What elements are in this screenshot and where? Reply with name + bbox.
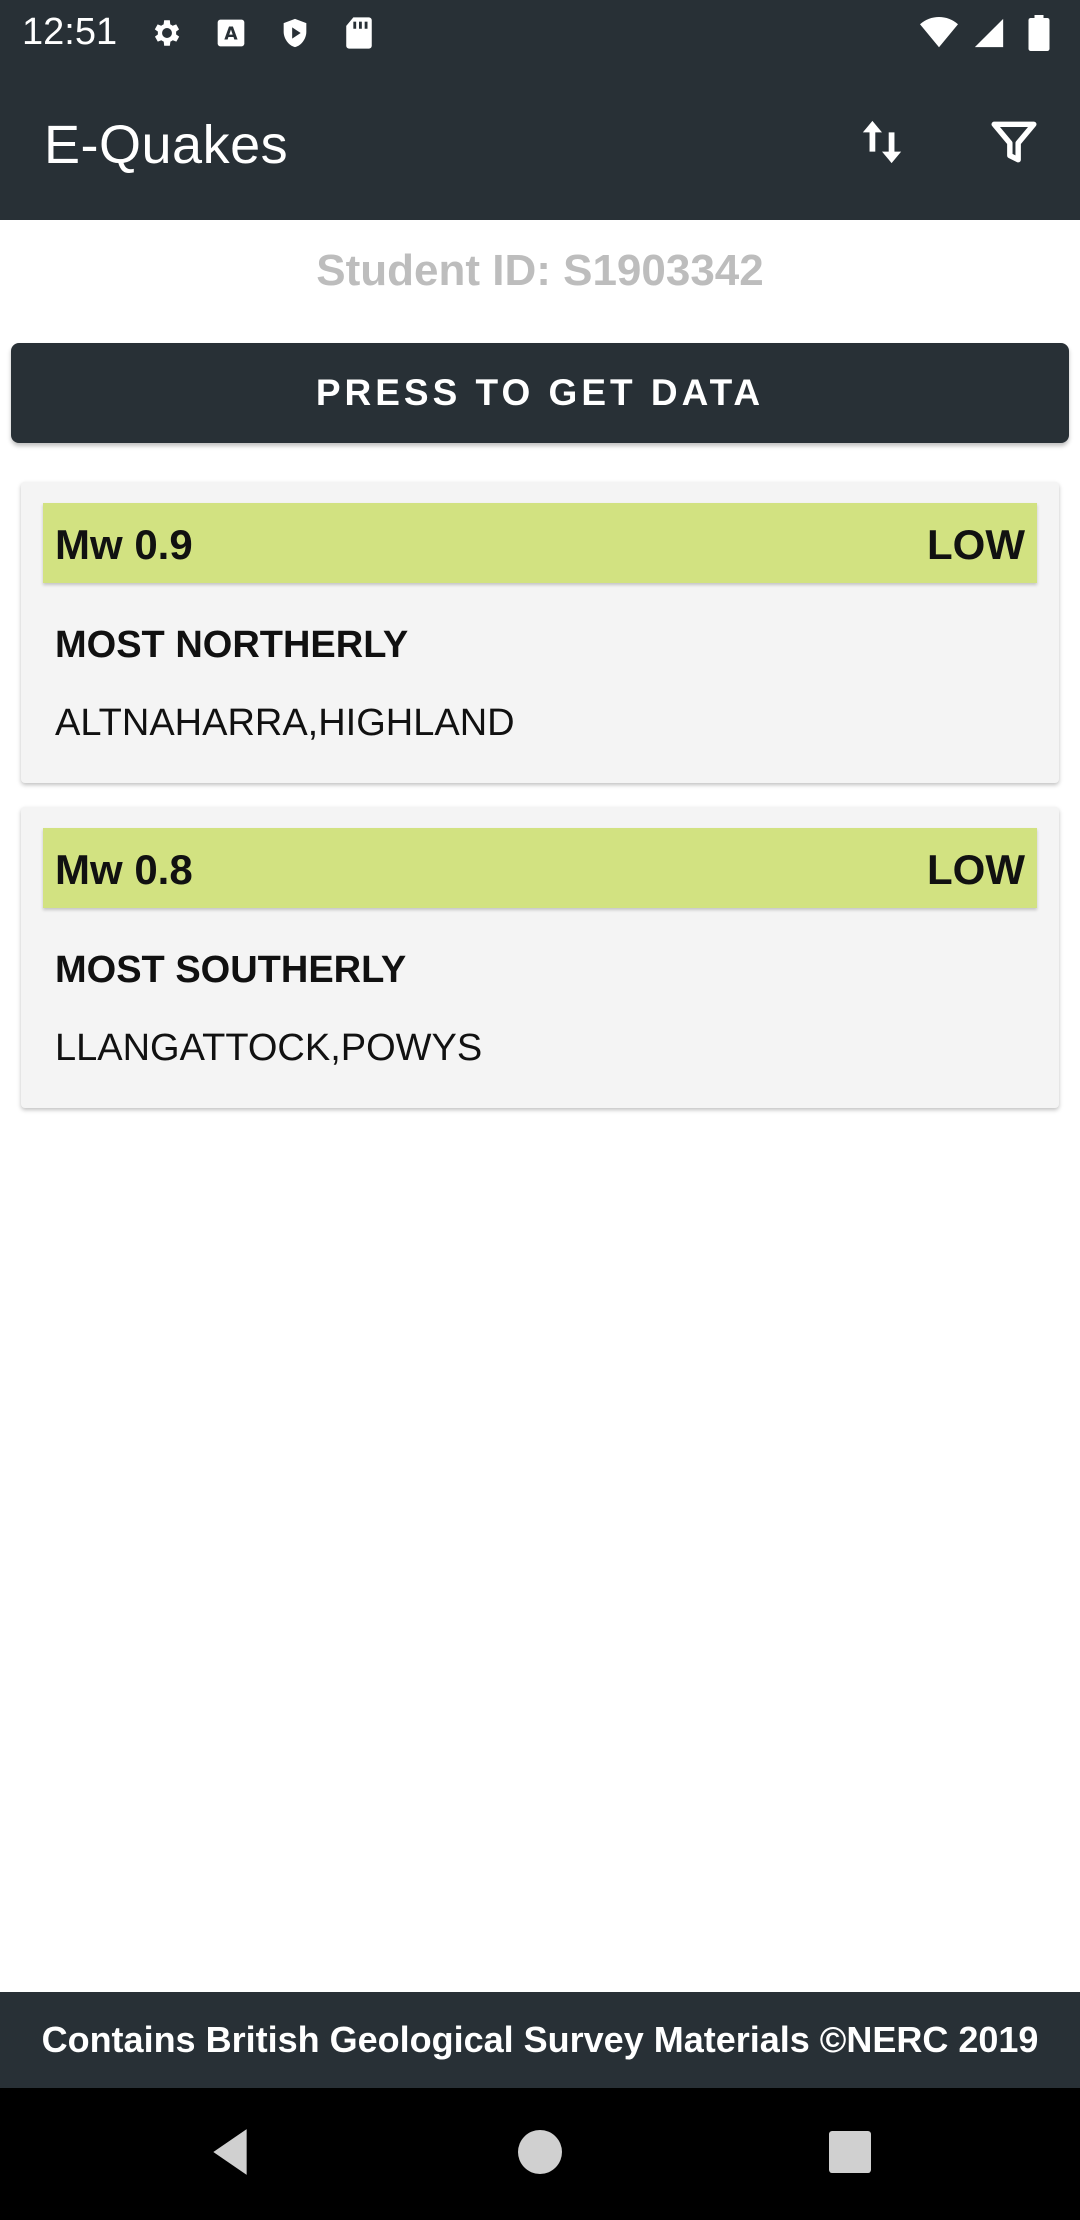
settings-icon	[148, 14, 186, 52]
app-bar: E-Quakes	[0, 66, 1080, 220]
card-heading: MOST NORTHERLY	[55, 624, 409, 666]
quake-card-most-southerly[interactable]: Mw 0.8 LOW MOST SOUTHERLY LLANGATTOCK,PO…	[21, 807, 1059, 1108]
card-heading: MOST SOUTHERLY	[55, 949, 407, 991]
shield-play-icon	[276, 14, 314, 52]
sort-icon	[859, 117, 905, 172]
wifi-icon	[920, 14, 958, 52]
magnitude-value: Mw 0.9	[55, 521, 193, 568]
sort-button[interactable]	[840, 102, 924, 186]
system-nav-bar	[0, 2088, 1080, 2220]
home-icon	[518, 2129, 562, 2179]
magnitude-value: Mw 0.8	[55, 846, 193, 893]
get-data-button[interactable]: PRESS TO GET DATA	[11, 343, 1069, 443]
card-location: LLANGATTOCK,POWYS	[55, 1027, 483, 1069]
status-time: 12:51	[22, 11, 118, 53]
back-button[interactable]	[190, 2114, 270, 2194]
back-icon	[208, 2127, 252, 2182]
card-location: ALTNAHARRA,HIGHLAND	[55, 702, 515, 744]
footer-attribution: Contains British Geological Survey Mater…	[0, 1992, 1080, 2088]
status-system-icons	[920, 14, 1058, 52]
signal-icon	[970, 14, 1008, 52]
font-a-icon: A	[212, 14, 250, 52]
app-title: E-Quakes	[44, 115, 289, 175]
magnitude-bar: Mw 0.9 LOW	[43, 503, 1037, 583]
magnitude-level: LOW	[927, 846, 1025, 893]
status-notification-icons: A	[148, 14, 378, 52]
status-bar: 12:51 A	[0, 0, 1080, 66]
quake-card-most-northerly[interactable]: Mw 0.9 LOW MOST NORTHERLY ALTNAHARRA,HIG…	[21, 482, 1059, 783]
battery-icon	[1020, 14, 1058, 52]
app-screen: 12:51 A E-Quakes Student ID: S1903342 PR…	[0, 0, 1080, 2220]
filter-icon	[989, 117, 1039, 172]
filter-button[interactable]	[972, 102, 1056, 186]
home-button[interactable]	[500, 2114, 580, 2194]
recents-icon	[829, 2130, 871, 2178]
student-id-label: Student ID: S1903342	[316, 246, 764, 295]
magnitude-bar: Mw 0.8 LOW	[43, 828, 1037, 908]
sd-card-icon	[340, 14, 378, 52]
svg-text:A: A	[224, 25, 238, 45]
recents-button[interactable]	[810, 2114, 890, 2194]
magnitude-level: LOW	[927, 521, 1025, 568]
